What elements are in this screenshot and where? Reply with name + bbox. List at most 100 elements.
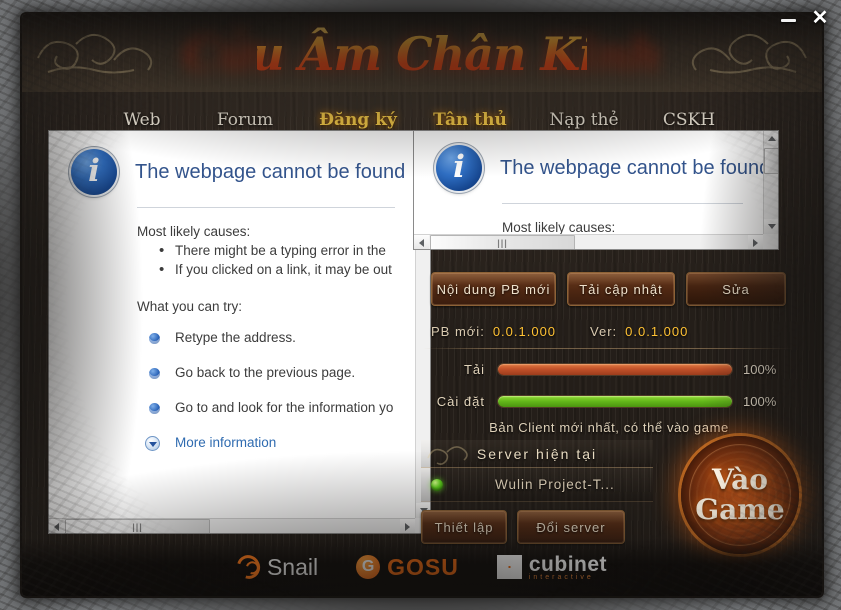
server-status-indicator-icon xyxy=(431,478,443,491)
launcher-window: Cửu Âm Chân Kinh Web Forum Đăng ký Tân t… xyxy=(22,14,822,596)
nav-tab-napthe[interactable]: Nạp thẻ xyxy=(549,110,618,130)
scroll-grip: ||| xyxy=(132,521,143,532)
client-version-label: Ver: xyxy=(590,323,618,339)
error-divider-small xyxy=(502,203,743,204)
download-progress-fill xyxy=(498,363,732,375)
bullet-icon xyxy=(149,403,160,414)
scroll-up-icon[interactable] xyxy=(764,131,778,146)
patch-version-label: PB mới: xyxy=(431,323,485,339)
scroll-left-icon[interactable] xyxy=(49,519,64,533)
download-progress-label: Tải xyxy=(463,361,485,377)
list-item[interactable]: Go back to the previous page. xyxy=(145,365,395,380)
info-icon xyxy=(71,149,117,195)
horizontal-scrollbar-small[interactable]: ||| xyxy=(414,234,763,249)
cloud-swirl-ornament-small xyxy=(427,446,468,465)
horizontal-scroll-thumb[interactable]: ||| xyxy=(430,235,575,249)
list-item[interactable]: Retype the address. xyxy=(145,330,395,345)
close-button[interactable]: ✕ xyxy=(809,8,831,28)
scroll-down-icon[interactable] xyxy=(764,219,778,234)
client-version-value: 0.0.1.000 xyxy=(625,323,689,339)
download-progress-percent: 100% xyxy=(743,361,777,377)
scroll-left-icon[interactable] xyxy=(414,235,429,249)
scrollbar-corner xyxy=(763,234,778,249)
install-progress-percent: 100% xyxy=(743,393,777,409)
download-progress-track xyxy=(497,362,733,376)
more-information-link[interactable]: More information xyxy=(145,435,395,451)
error-page-content-small: The webpage cannot be found Most likely … xyxy=(414,131,763,249)
error-title: The webpage cannot be found xyxy=(135,160,406,183)
install-progress-label: Cài đặt xyxy=(436,393,485,409)
error-causes-heading: Most likely causes: xyxy=(137,224,251,239)
action-label: Retype the address. xyxy=(175,330,296,345)
error-page-content: The webpage cannot be found Most likely … xyxy=(49,131,415,533)
error-page-pane-left: The webpage cannot be found Most likely … xyxy=(48,130,431,534)
minimize-button[interactable] xyxy=(778,8,800,28)
chevron-down-icon xyxy=(145,436,160,451)
play-button-line1: Vào xyxy=(712,463,768,496)
game-logo-text: Cửu Âm Chân Kinh xyxy=(183,16,662,92)
server-section: Server hiện tại Wulin Project-T... xyxy=(421,440,653,502)
install-progress-fill xyxy=(498,395,732,407)
error-causes-list: There might be a typing error in the If … xyxy=(157,242,395,278)
status-message: Bản Client mới nhất, có thể vào game xyxy=(489,420,729,435)
list-item: If you clicked on a link, it may be out xyxy=(157,261,395,278)
error-actions-list: Retype the address. Go back to the previ… xyxy=(145,330,395,451)
cubinet-tagline: interactive xyxy=(528,574,594,581)
server-selector[interactable]: Wulin Project-T... xyxy=(421,468,653,502)
action-label: Go back to the previous page. xyxy=(175,365,356,380)
launcher-app: Cửu Âm Chân Kinh Web Forum Đăng ký Tân t… xyxy=(0,0,841,610)
list-item: There might be a typing error in the xyxy=(157,242,395,259)
error-try-heading: What you can try: xyxy=(137,299,243,314)
server-name: Wulin Project-T... xyxy=(495,477,615,492)
download-update-button[interactable]: Tải cập nhật xyxy=(567,272,675,306)
partner-logo-snail: Snail xyxy=(232,551,319,583)
play-game-button[interactable]: Vào Game xyxy=(681,436,799,554)
server-heading-label: Server hiện tại xyxy=(476,445,598,462)
version-info-row: PB mới: 0.0.1.000 Ver: 0.0.1.000 xyxy=(431,320,787,342)
horizontal-scrollbar[interactable]: ||| xyxy=(49,518,415,533)
scroll-right-icon[interactable] xyxy=(748,235,763,249)
cloud-swirl-ornament-left xyxy=(37,33,153,74)
game-logo: Cửu Âm Chân Kinh xyxy=(183,16,662,92)
window-controls: ✕ xyxy=(778,8,831,28)
error-title-small: The webpage cannot be found xyxy=(500,156,763,179)
install-progress-track xyxy=(497,394,733,408)
server-section-heading: Server hiện tại xyxy=(421,440,653,468)
partner-footer: Snail G GOSU cubinet interactive xyxy=(22,538,822,596)
snail-label: Snail xyxy=(266,553,319,580)
snail-icon xyxy=(232,551,265,583)
window-header: Cửu Âm Chân Kinh xyxy=(22,14,822,92)
section-divider xyxy=(423,348,793,349)
nav-tab-cskh[interactable]: CSKH xyxy=(663,110,715,130)
progress-row-install: Cài đặt 100% xyxy=(431,388,787,414)
info-icon xyxy=(436,145,482,191)
partner-logo-cubinet: cubinet interactive xyxy=(496,553,607,581)
horizontal-scroll-thumb[interactable]: ||| xyxy=(65,519,210,533)
nav-tab-dangky[interactable]: Đăng ký xyxy=(319,110,397,130)
error-page-pane-right: The webpage cannot be found Most likely … xyxy=(413,130,779,250)
nav-tab-tanthu[interactable]: Tân thủ xyxy=(433,110,507,130)
bullet-icon xyxy=(149,368,160,379)
close-icon: ✕ xyxy=(811,7,829,29)
progress-row-download: Tải 100% xyxy=(431,356,787,382)
minimize-icon xyxy=(781,19,796,22)
patch-version-value: 0.0.1.000 xyxy=(492,323,557,339)
update-button-row: Nội dung PB mới Tải cập nhật Sửa xyxy=(431,272,787,306)
gosu-icon: G xyxy=(356,555,381,579)
scroll-grip: ||| xyxy=(497,237,508,248)
cubinet-icon xyxy=(496,555,522,579)
error-header-small: The webpage cannot be found xyxy=(436,145,763,191)
error-header: The webpage cannot be found xyxy=(71,149,405,195)
bullet-icon xyxy=(149,333,160,344)
vertical-scrollbar-small[interactable] xyxy=(763,131,778,234)
list-item[interactable]: Go to and look for the information yo xyxy=(145,400,395,415)
progress-section: Tải 100% Cài đặt 100% Bản Client mới nhấ… xyxy=(431,356,787,436)
error-divider xyxy=(137,207,395,208)
repair-button[interactable]: Sửa xyxy=(686,272,786,306)
new-patch-content-button[interactable]: Nội dung PB mới xyxy=(431,272,556,306)
nav-tab-forum[interactable]: Forum xyxy=(217,110,273,130)
action-label: Go to and look for the information yo xyxy=(175,400,394,415)
vertical-scroll-thumb[interactable] xyxy=(764,148,778,174)
more-information-label: More information xyxy=(175,435,277,450)
nav-tab-web[interactable]: Web xyxy=(123,110,160,130)
